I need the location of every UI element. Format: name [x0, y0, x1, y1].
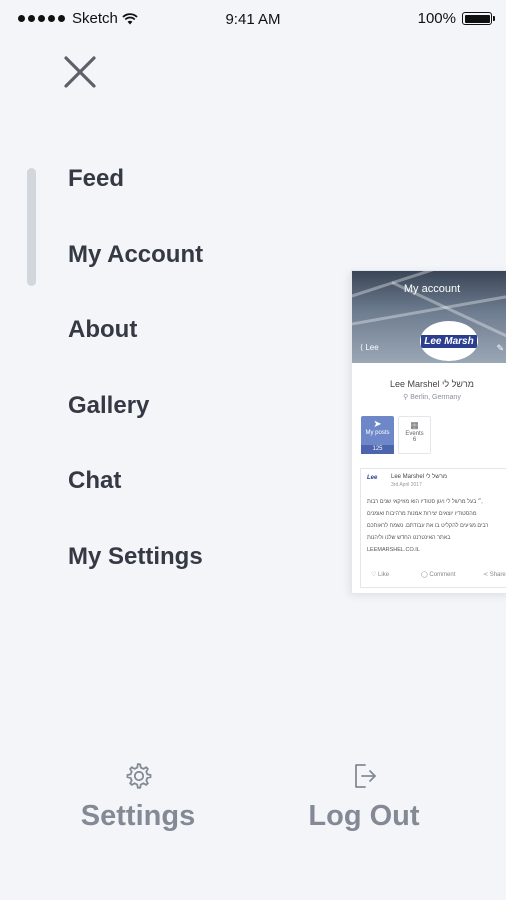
preview-stat-posts-label: My posts — [365, 430, 390, 436]
menu-item-feed[interactable]: Feed — [68, 160, 203, 236]
preview-title: My account — [403, 283, 461, 295]
logout-button[interactable]: Log Out — [302, 760, 426, 833]
preview-like-label: Like — [378, 572, 390, 578]
preview-post-card: Lee Lee Marshel מרשל לי 3rd April 2017 ״… — [360, 468, 506, 588]
status-bar: Sketch 9:41 AM 100% — [0, 0, 506, 38]
preview-post-date: 3rd April 2017 — [391, 482, 422, 488]
preview-location-text: Berlin, Germany — [410, 394, 461, 401]
gear-icon — [126, 762, 152, 789]
logout-icon — [355, 764, 376, 788]
settings-label: Settings — [80, 800, 196, 832]
preview-post-line: רבים מגיעים להקליט בו את עבודתם. נשמח לר… — [367, 523, 489, 529]
preview-post-author: Lee Marshel מרשל לי — [391, 474, 447, 480]
calendar-icon: ▦ — [410, 420, 419, 430]
settings-button[interactable]: Settings — [78, 760, 198, 833]
menu-item-about[interactable]: About — [68, 311, 203, 387]
menu-item-my-account[interactable]: My Account — [68, 236, 203, 312]
battery-fill — [464, 14, 490, 23]
preview-post-line: באתר האינטרנט החדש שלנו וליהנות — [367, 535, 451, 541]
preview-comment-label: Comment — [429, 572, 456, 578]
preview-back-icon: ⟨ Lee — [360, 343, 379, 352]
preview-logo: Lee Marsh — [420, 321, 478, 361]
preview-stat-events: ▦ Events 6 — [398, 416, 431, 454]
preview-edit-icon: ✎ — [496, 343, 504, 353]
side-menu: Feed My Account About Gallery Chat My Se… — [68, 160, 203, 613]
preview-post-line: LEEMARSHEL.CO.IL — [367, 547, 420, 553]
preview-post-line: מהסטודיו יוצאים יצירות אמנות מרהיבות ואו… — [367, 511, 477, 517]
preview-cover-image: My account ⟨ Lee ✎ Lee Marsh — [352, 271, 506, 363]
preview-like: ♡ Like — [371, 572, 390, 578]
preview-profile-name: Lee Marshel מרשל לי — [390, 379, 474, 389]
battery-group: 100% — [417, 10, 495, 27]
preview-stat-events-value: 6 — [412, 437, 417, 443]
screen-preview[interactable]: My account ⟨ Lee ✎ Lee Marsh Lee Marshel… — [351, 270, 506, 594]
battery-percent: 100% — [417, 10, 456, 27]
preview-share-label: Share — [489, 572, 506, 578]
preview-location: ⚲ Berlin, Germany — [403, 394, 461, 401]
preview-post-line: ״ בעל מרשל לי ויגון סטודיו הוא מוזיקאי ש… — [367, 499, 483, 505]
battery-icon — [462, 12, 495, 25]
menu-item-my-settings[interactable]: My Settings — [68, 538, 203, 614]
menu-item-gallery[interactable]: Gallery — [68, 387, 203, 463]
preview-comment: ◯ Comment — [421, 572, 456, 578]
preview-post-logo: Lee — [367, 475, 378, 481]
preview-stat-posts: ➤ My posts 125 — [361, 416, 394, 454]
menu-scrollbar[interactable] — [27, 168, 36, 286]
preview-stat-posts-value: 125 — [361, 445, 394, 454]
preview-logo-text: Lee Marsh — [421, 334, 477, 348]
close-icon — [64, 56, 96, 88]
menu-item-chat[interactable]: Chat — [68, 462, 203, 538]
send-icon: ➤ — [373, 419, 382, 430]
close-button[interactable] — [60, 52, 100, 92]
logout-label: Log Out — [308, 800, 420, 832]
preview-share: ≺ Share — [483, 572, 506, 578]
